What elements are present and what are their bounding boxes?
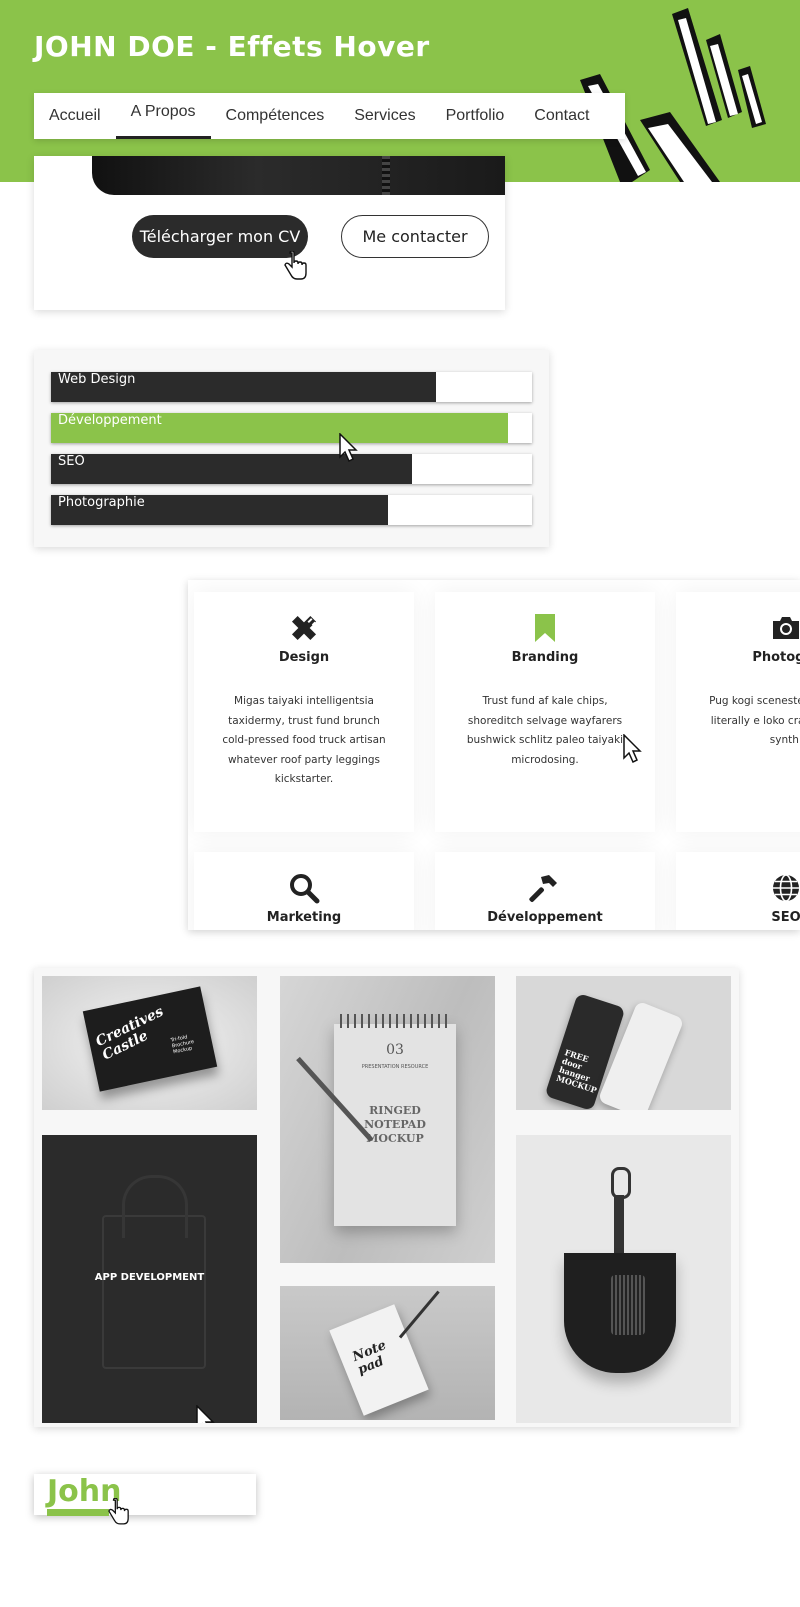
pencil-ruler-icon bbox=[291, 615, 317, 641]
skill-bar-web-design[interactable]: Web Design bbox=[51, 372, 532, 402]
portfolio-overlay-label: APP DEVELOPMENT bbox=[94, 1272, 205, 1283]
service-card-marketing[interactable]: Marketing bbox=[194, 852, 414, 930]
brochure-mockup: Creatives Castle Tri-fold Brochure Mocku… bbox=[82, 986, 218, 1092]
globe-icon bbox=[773, 874, 799, 902]
service-description: Trust fund af kale chips, shoreditch sel… bbox=[466, 695, 624, 766]
portfolio-grid: Creatives Castle Tri-fold Brochure Mocku… bbox=[34, 968, 739, 1427]
service-title: Marketing bbox=[266, 910, 342, 925]
skill-label: Photographie bbox=[58, 495, 145, 510]
service-card-branding[interactable]: Branding Trust fund af kale chips, shore… bbox=[435, 592, 655, 832]
hand-cursor-icon bbox=[284, 251, 307, 280]
skill-bar-seo[interactable]: SEO bbox=[51, 454, 532, 484]
nav-item-services[interactable]: Services bbox=[339, 93, 430, 139]
logo-card[interactable]: John bbox=[34, 1474, 256, 1525]
arrow-cursor-icon bbox=[339, 433, 358, 463]
brochure-title: Creatives Castle bbox=[93, 1003, 167, 1064]
nav-item-contact[interactable]: Contact bbox=[519, 93, 604, 139]
skill-label: Web Design bbox=[58, 372, 136, 387]
portfolio-item-notepad[interactable]: 03 PRESENTATION RESOURCE RINGED NOTEPAD … bbox=[280, 976, 495, 1263]
notepad-number: 03 bbox=[386, 1042, 404, 1058]
dustpan-handle bbox=[614, 1195, 624, 1255]
nav-item-a-propos[interactable]: A Propos bbox=[115, 89, 211, 139]
search-icon bbox=[290, 874, 320, 904]
skills-panel: Web Design Développement SEO Photographi… bbox=[34, 350, 549, 547]
service-title: SEO bbox=[771, 910, 800, 925]
notepad-rings bbox=[340, 1014, 450, 1028]
portfolio-item-brochure[interactable]: Creatives Castle Tri-fold Brochure Mocku… bbox=[42, 976, 257, 1110]
logo-underline bbox=[47, 1509, 109, 1516]
contact-button[interactable]: Me contacter bbox=[341, 215, 489, 258]
jacket-zipper bbox=[382, 156, 390, 195]
arrow-cursor-icon bbox=[623, 734, 642, 764]
portfolio-item-door-hanger[interactable]: FREE door hanger MOCKUP bbox=[516, 976, 731, 1110]
service-card-developpement[interactable]: Développement bbox=[435, 852, 655, 930]
service-title: Photogra bbox=[752, 650, 800, 665]
brush bbox=[611, 1275, 645, 1335]
about-card: Télécharger mon CV Me contacter bbox=[34, 156, 505, 310]
service-description: Migas taiyaki intelligentsia taxidermy, … bbox=[222, 695, 386, 785]
tote-bag-handle bbox=[122, 1175, 188, 1238]
tote-bag-mockup bbox=[102, 1215, 206, 1369]
services-panel: Design Migas taiyaki intelligentsia taxi… bbox=[188, 580, 800, 930]
hand-cursor-icon bbox=[108, 1498, 129, 1525]
notepad-mockup: 03 PRESENTATION RESOURCE RINGED NOTEPAD … bbox=[334, 1014, 456, 1226]
service-description: Pug kogi scenester cred retro literally … bbox=[709, 695, 800, 746]
nav-item-portfolio[interactable]: Portfolio bbox=[431, 93, 520, 139]
skill-label: Développement bbox=[58, 413, 162, 428]
service-card-seo[interactable]: SEO bbox=[676, 852, 800, 930]
door-hanger-text: FREE door hanger MOCKUP bbox=[555, 1047, 599, 1096]
profile-photo bbox=[92, 156, 505, 195]
download-cv-button[interactable]: Télécharger mon CV bbox=[132, 215, 308, 258]
pointer-hand-icon bbox=[580, 8, 766, 182]
arrow-cursor-icon bbox=[196, 1405, 215, 1423]
service-card-design[interactable]: Design Migas taiyaki intelligentsia taxi… bbox=[194, 592, 414, 832]
notepad2-title: Note pad bbox=[350, 1337, 389, 1378]
notepad-caption: PRESENTATION RESOURCE bbox=[361, 1064, 429, 1070]
camera-icon bbox=[773, 617, 799, 639]
skill-label: SEO bbox=[58, 454, 85, 469]
service-title: Développement bbox=[487, 910, 603, 925]
service-card-photographie[interactable]: Photogra Pug kogi scenester cred retro l… bbox=[676, 592, 800, 832]
portfolio-item-app-development[interactable]: APP DEVELOPMENT bbox=[42, 1135, 257, 1423]
site-title: JOHN DOE - Effets Hover bbox=[34, 30, 430, 63]
nav-item-competences[interactable]: Compétences bbox=[211, 93, 340, 139]
main-nav: Accueil A Propos Compétences Services Po… bbox=[34, 93, 625, 139]
brochure-subtitle: Tri-fold Brochure Mockup bbox=[170, 1034, 195, 1056]
bookmark-icon bbox=[535, 614, 555, 642]
hammer-icon bbox=[529, 875, 557, 902]
service-title: Design bbox=[278, 650, 330, 665]
skill-bar-photographie[interactable]: Photographie bbox=[51, 495, 532, 525]
service-title: Branding bbox=[511, 650, 579, 665]
skill-bar-developpement[interactable]: Développement bbox=[51, 413, 532, 443]
pen-2 bbox=[398, 1290, 440, 1339]
notepad-title: RINGED NOTEPAD MOCKUP bbox=[364, 1104, 426, 1145]
nav-item-accueil[interactable]: Accueil bbox=[34, 93, 116, 139]
portfolio-item-dustpan[interactable] bbox=[516, 1135, 731, 1423]
portfolio-item-notepad-2[interactable]: Note pad bbox=[280, 1286, 495, 1420]
